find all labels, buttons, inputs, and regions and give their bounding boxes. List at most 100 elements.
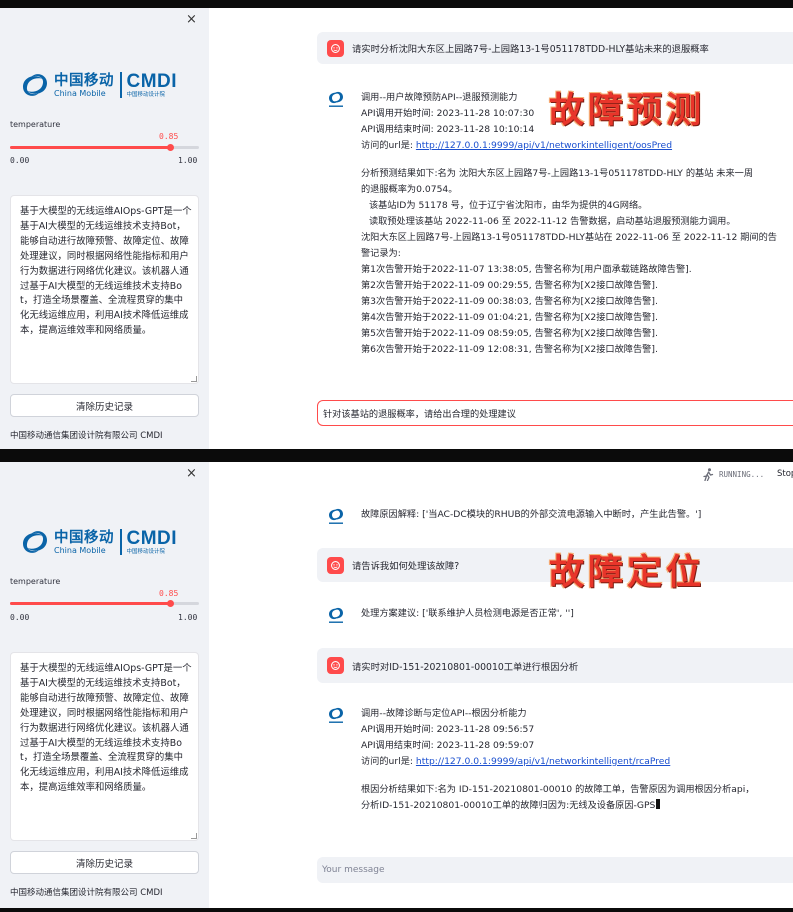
logo-english-name: China Mobile (54, 545, 106, 555)
chat-input-placeholder: Your message (322, 865, 385, 875)
close-icon[interactable]: × (186, 466, 197, 481)
screenshot-top-panel: × 中国移动 China Mobile CMDI 中国移动设计院 tempera… (0, 8, 793, 449)
screenshot-bottom-panel: × 中国移动 China Mobile CMDI 中国移动设计院 tempera… (0, 462, 793, 908)
alarm-line: 第5次告警开始于2022-11-09 08:59:05, 告警名称为[X2接口故… (361, 328, 658, 339)
logo-cmdi-text: CMDI (126, 70, 178, 92)
logo-divider (120, 72, 122, 98)
temperature-value: 0.85 (159, 589, 179, 598)
logo-cmdi-text: CMDI (126, 527, 178, 549)
stop-button[interactable]: Stop (777, 469, 793, 479)
china-mobile-logo-icon (23, 74, 47, 96)
slider-min-label: 0.00 (10, 613, 30, 622)
user-avatar-icon (327, 556, 344, 574)
logo-subtitle: 中国移动设计院 (126, 91, 166, 98)
slider-max-label: 1.00 (178, 156, 198, 165)
url-prefix: 访问的url是: (361, 756, 416, 767)
typing-cursor (656, 799, 661, 809)
chat-main: RUNNING... Stop 故障原因解释: ['当AC-DC模块的RHUB的… (209, 462, 793, 908)
assistant-message-body: 处理方案建议: ['联系维护人员检测电源是否正常', ''] (361, 606, 771, 622)
alarm-line: 第4次告警开始于2022-11-09 01:04:21, 告警名称为[X2接口故… (361, 312, 658, 323)
temperature-label: temperature (10, 120, 61, 129)
slider-fill (10, 146, 171, 149)
alarm-line: 第1次告警开始于2022-11-07 13:38:05, 告警名称为[用户面承载… (361, 264, 692, 275)
user-message-text: 请实时对ID-151-20210801-00010工单进行根因分析 (352, 661, 579, 673)
fault-cause-line: 故障原因解释: ['当AC-DC模块的RHUB的外部交流电源输入中断时，产生此告… (361, 509, 702, 520)
slider-max-label: 1.00 (178, 613, 198, 622)
api-end-time: API调用结束时间: 2023-11-28 09:59:07 (361, 740, 535, 751)
clear-history-button[interactable]: 清除历史记录 (10, 394, 199, 417)
screenshot-divider (0, 449, 793, 462)
logo-chinese-name: 中国移动 (54, 72, 114, 89)
bot-avatar-icon (329, 508, 343, 524)
description-text: 基于大模型的无线运维AIOps-GPT是一个基于AI大模型的无线运维技术支持Bo… (20, 206, 192, 337)
chat-input[interactable]: Your message (317, 857, 793, 883)
slider-thumb[interactable] (167, 600, 175, 607)
result-line: 根因分析结果如下:名为 ID-151-20210801-00010 的故障工单，… (361, 784, 755, 795)
logo-chinese-name: 中国移动 (54, 529, 114, 546)
result-line: 分析ID-151-20210801-00010工单的故障归因为:无线及设备原因-… (361, 798, 771, 814)
running-status: RUNNING... (702, 468, 764, 481)
url-prefix: 访问的url是: (361, 140, 416, 151)
screenshot-bottom-edge (0, 908, 793, 912)
logo-subtitle: 中国移动设计院 (126, 548, 166, 555)
alarm-line: 第6次告警开始于2022-11-09 12:08:31, 告警名称为[X2接口故… (361, 344, 658, 355)
api-url-link[interactable]: http://127.0.0.1:9999/api/v1/networkinte… (416, 756, 670, 767)
chat-main: 请实时分析沈阳大东区上园路7号-上园路13-1号051178TDD-HLY基站未… (209, 8, 793, 449)
logo-english-name: China Mobile (54, 88, 106, 98)
result-line: 的退服概率为0.0754。 (361, 184, 458, 195)
slider-thumb[interactable] (167, 144, 175, 151)
user-message-text: 请告诉我如何处理该故障? (352, 561, 460, 572)
resize-handle-icon[interactable] (191, 376, 197, 382)
assistant-message-body: 故障原因解释: ['当AC-DC模块的RHUB的外部交流电源输入中断时，产生此告… (361, 507, 793, 523)
assistant-message-body: 调用--故障诊断与定位API--根因分析能力 API调用开始时间: 2023-1… (361, 706, 771, 814)
api-url-link[interactable]: http://127.0.0.1:9999/api/v1/networkinte… (416, 140, 672, 151)
description-textarea[interactable]: 基于大模型的无线运维AIOps-GPT是一个基于AI大模型的无线运维技术支持Bo… (10, 195, 199, 384)
description-textarea[interactable]: 基于大模型的无线运维AIOps-GPT是一个基于AI大模型的无线运维技术支持Bo… (10, 652, 199, 841)
china-mobile-logo-icon (23, 531, 47, 553)
api-start-time: API调用开始时间: 2023-11-28 09:56:57 (361, 724, 535, 735)
description-text: 基于大模型的无线运维AIOps-GPT是一个基于AI大模型的无线运维技术支持Bo… (20, 663, 192, 794)
user-avatar-icon (327, 657, 344, 674)
cmdi-logo: 中国移动 China Mobile CMDI 中国移动设计院 (19, 528, 177, 556)
slider-fill (10, 602, 171, 605)
chat-input-value: 针对该基站的退服概率，请给出合理的处理建议 (323, 409, 516, 420)
api-url-line: 访问的url是: http://127.0.0.1:9999/api/v1/ne… (361, 754, 771, 770)
bot-avatar-icon (329, 607, 343, 623)
user-message-text: 请实时分析沈阳大东区上园路7号-上园路13-1号051178TDD-HLY基站未… (352, 44, 709, 55)
logo-divider (120, 529, 122, 555)
api-call-line: 调用--故障诊断与定位API--根因分析能力 (361, 708, 527, 719)
solution-line: 处理方案建议: ['联系维护人员检测电源是否正常', ''] (361, 608, 574, 619)
result-line: 读取预处理该基站 2022-11-06 至 2022-11-12 告警数据，启动… (369, 216, 736, 227)
bot-avatar-icon (329, 91, 343, 107)
alarm-line: 第3次告警开始于2022-11-09 00:38:03, 告警名称为[X2接口故… (361, 296, 658, 307)
company-footer: 中国移动通信集团设计院有限公司 CMDI (10, 888, 163, 898)
api-url-line: 访问的url是: http://127.0.0.1:9999/api/v1/ne… (361, 138, 771, 154)
temperature-slider[interactable] (10, 600, 199, 607)
company-footer: 中国移动通信集团设计院有限公司 CMDI (10, 431, 163, 441)
running-text: RUNNING... (719, 470, 765, 479)
resize-handle-icon[interactable] (191, 833, 197, 839)
result-line: 沈阳大东区上园路7号-上园路13-1号051178TDD-HLY基站在 2022… (361, 232, 777, 243)
temperature-slider[interactable] (10, 144, 199, 151)
result-line: 警记录为: (361, 248, 401, 259)
result-text: 分析ID-151-20210801-00010工单的故障归因为:无线及设备原因-… (361, 800, 656, 811)
sidebar: × 中国移动 China Mobile CMDI 中国移动设计院 tempera… (0, 462, 209, 908)
running-man-icon (703, 468, 714, 481)
user-message: 请实时对ID-151-20210801-00010工单进行根因分析 (317, 648, 793, 683)
close-icon[interactable]: × (186, 12, 197, 27)
user-avatar-icon (327, 39, 344, 57)
bot-avatar-icon (329, 707, 343, 723)
temperature-value: 0.85 (159, 132, 179, 141)
clear-history-button[interactable]: 清除历史记录 (10, 851, 199, 874)
cmdi-logo: 中国移动 China Mobile CMDI 中国移动设计院 (19, 71, 177, 99)
user-message: 请实时分析沈阳大东区上园路7号-上园路13-1号051178TDD-HLY基站未… (317, 32, 793, 64)
chat-input[interactable]: 针对该基站的退服概率，请给出合理的处理建议 (317, 400, 793, 426)
slider-min-label: 0.00 (10, 156, 30, 165)
overlay-title-fault-location: 故障定位 (549, 552, 706, 593)
temperature-label: temperature (10, 577, 61, 586)
result-line: 分析预测结果如下:名为 沈阳大东区上园路7号-上园路13-1号051178TDD… (361, 168, 754, 179)
alarm-line: 第2次告警开始于2022-11-09 00:29:55, 告警名称为[X2接口故… (361, 280, 658, 291)
sidebar: × 中国移动 China Mobile CMDI 中国移动设计院 tempera… (0, 8, 209, 449)
result-line: 该基站ID为 51178 号，位于辽宁省沈阳市，由华为提供的4G网络。 (369, 200, 648, 211)
overlay-title-fault-prediction: 故障预测 (549, 90, 706, 131)
